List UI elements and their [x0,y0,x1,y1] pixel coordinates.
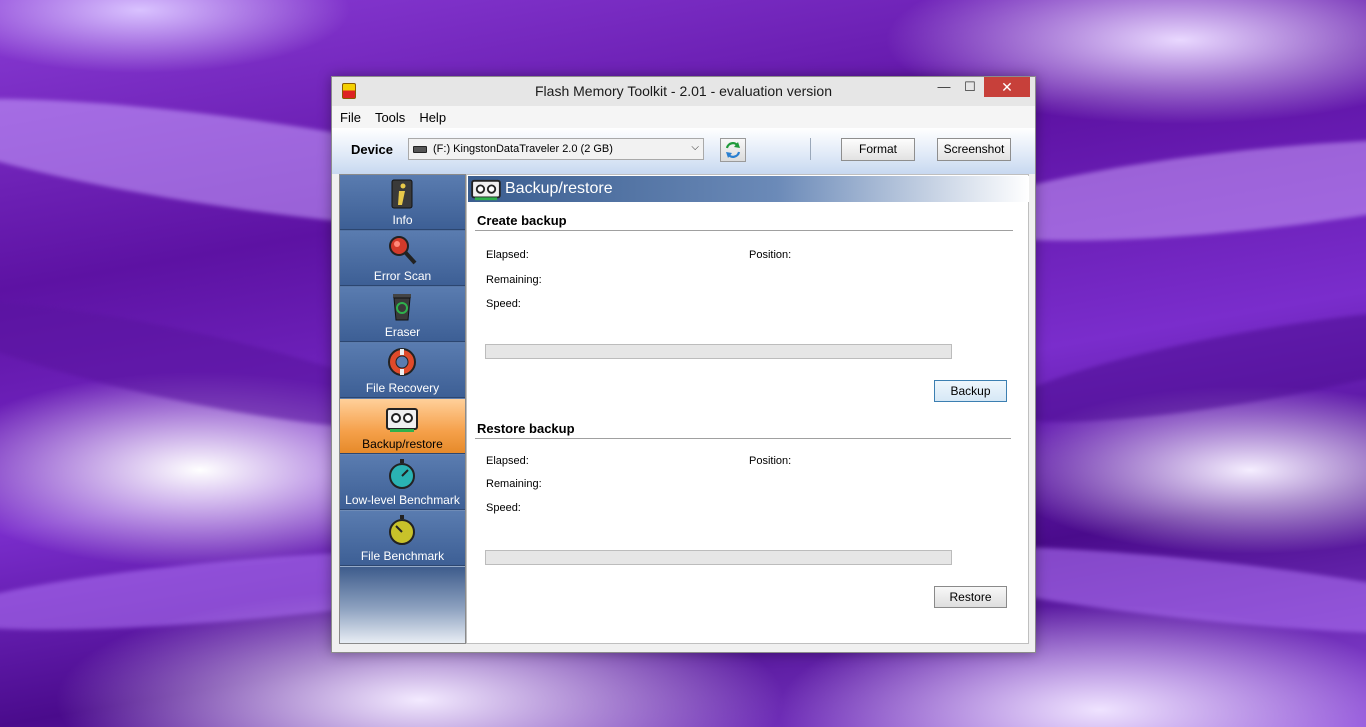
sidebar-item-eraser[interactable]: Eraser [340,287,465,342]
create-remaining-label: Remaining: [486,274,542,286]
restore-elapsed-label: Elapsed: [486,455,529,467]
menu-tools[interactable]: Tools [374,108,406,127]
device-select-value: (F:) KingstonDataTraveler 2.0 (2 GB) [433,143,613,155]
minimize-button[interactable]: — [930,77,958,97]
restore-button[interactable]: Restore [934,586,1007,608]
create-progress-bar [485,344,952,359]
stopwatch-yellow-icon [389,515,415,545]
restore-progress-bar [485,550,952,565]
lifebuoy-icon [388,348,416,376]
sidebar-item-low-level-benchmark[interactable]: Low-level Benchmark [340,455,465,510]
info-icon [391,179,413,209]
divider [475,438,1011,439]
menu-help[interactable]: Help [418,108,447,127]
sidebar-item-file-recovery[interactable]: File Recovery [340,343,465,398]
section-banner: Backup/restore [468,176,1029,202]
toolbar-separator [810,138,811,160]
sidebar-item-label: File Recovery [365,381,440,395]
backup-button[interactable]: Backup [934,380,1007,402]
device-select[interactable]: (F:) KingstonDataTraveler 2.0 (2 GB) ⌵ [408,138,704,160]
menu-file[interactable]: File [339,108,362,127]
page-title: Backup/restore [505,180,613,197]
sidebar-item-label: Backup/restore [362,437,443,451]
restore-position-label: Position: [749,455,792,467]
restore-speed-label: Speed: [486,502,521,514]
tape-drive-icon [471,179,501,201]
create-backup-title: Create backup [477,213,567,228]
sidebar-filler [340,567,465,643]
divider [475,230,1013,231]
sidebar-item-file-benchmark[interactable]: File Benchmark [340,511,465,566]
sidebar-item-info[interactable]: Info [340,175,465,230]
sidebar: Info Error Scan Eraser File Recovery Bac… [339,174,466,644]
restore-backup-title: Restore backup [477,421,575,436]
refresh-button[interactable] [720,138,746,162]
sidebar-item-label: Low-level Benchmark [345,493,460,507]
screenshot-button[interactable]: Screenshot [937,138,1011,161]
stopwatch-teal-icon [389,459,415,489]
create-elapsed-label: Elapsed: [486,249,529,261]
chevron-down-icon[interactable]: ⌵ [691,142,699,153]
create-position-label: Position: [749,249,792,261]
app-window: Flash Memory Toolkit - 2.01 - evaluation… [331,76,1036,653]
close-button[interactable]: ✕ [984,77,1030,97]
tape-drive-icon [386,408,418,432]
main-panel: Backup/restore Create backup Elapsed: Po… [466,174,1029,644]
sidebar-item-backup-restore[interactable]: Backup/restore [340,399,465,454]
magnifier-icon [389,236,417,265]
refresh-icon [725,142,741,158]
sidebar-item-error-scan[interactable]: Error Scan [340,231,465,286]
device-label: Device [351,142,393,157]
sidebar-item-label: Error Scan [373,269,432,283]
format-button[interactable]: Format [841,138,915,161]
sidebar-item-label: File Benchmark [360,549,445,563]
create-speed-label: Speed: [486,298,521,310]
maximize-button[interactable]: ☐ [956,77,984,97]
sidebar-item-label: Eraser [384,325,421,339]
recycle-bin-icon [393,294,411,321]
title-bar[interactable]: Flash Memory Toolkit - 2.01 - evaluation… [332,77,1035,106]
sidebar-item-label: Info [392,213,413,227]
restore-remaining-label: Remaining: [486,478,542,490]
toolbar: Device (F:) KingstonDataTraveler 2.0 (2 … [332,128,1035,174]
menu-bar: File Tools Help [332,106,1035,128]
drive-icon [413,145,427,153]
